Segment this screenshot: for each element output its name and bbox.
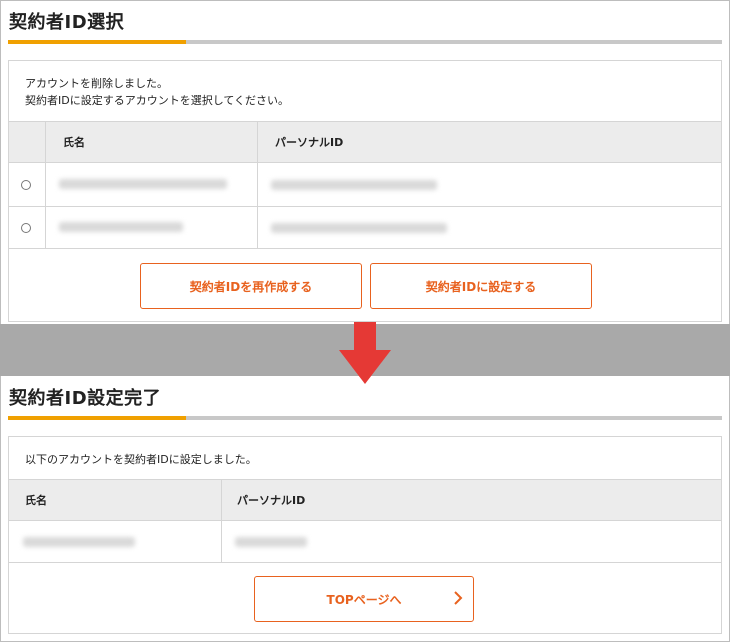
page-title-complete: 契約者ID設定完了 (9, 388, 162, 409)
redacted-personal-id (271, 180, 437, 190)
column-header-personal-id: パーソナルID (275, 136, 344, 149)
table-row[interactable] (9, 163, 721, 207)
message-line1: アカウントを削除しました。 (25, 77, 168, 90)
select-panel: アカウントを削除しました。 契約者IDに設定するアカウントを選択してください。 … (8, 60, 722, 322)
redacted-name (23, 537, 135, 547)
table-header: 氏名 パーソナルID (9, 121, 721, 163)
page-title-select: 契約者ID選択 (9, 12, 125, 33)
column-divider (221, 479, 222, 563)
column-divider (257, 121, 258, 249)
select-radio[interactable] (21, 180, 31, 190)
redacted-name (59, 179, 227, 189)
select-radio[interactable] (21, 223, 31, 233)
column-divider (45, 121, 46, 249)
column-header-personal-id: パーソナルID (237, 494, 306, 507)
top-page-button[interactable]: TOPページへ (254, 576, 474, 622)
redacted-personal-id (271, 223, 447, 233)
complete-message: 以下のアカウントを契約者IDに設定しました。 (25, 453, 257, 466)
set-contractor-id-button[interactable]: 契約者IDに設定する (370, 263, 592, 309)
recreate-contractor-id-button[interactable]: 契約者IDを再作成する (140, 263, 362, 309)
top-page-button-label: TOPページへ (326, 592, 402, 607)
column-header-name: 氏名 (63, 136, 85, 149)
table-row[interactable] (9, 207, 721, 249)
redacted-personal-id (235, 537, 307, 547)
chevron-right-icon (454, 591, 463, 605)
down-arrow-icon (339, 322, 391, 384)
title-rule (8, 40, 722, 44)
column-header-name: 氏名 (25, 494, 47, 507)
table-row (9, 521, 721, 563)
table-header: 氏名 パーソナルID (9, 479, 721, 521)
complete-panel: 以下のアカウントを契約者IDに設定しました。 氏名 パーソナルID TOPページ… (8, 436, 722, 634)
title-rule (8, 416, 722, 420)
redacted-name (59, 222, 183, 232)
message-line2: 契約者IDに設定するアカウントを選択してください。 (25, 94, 290, 107)
